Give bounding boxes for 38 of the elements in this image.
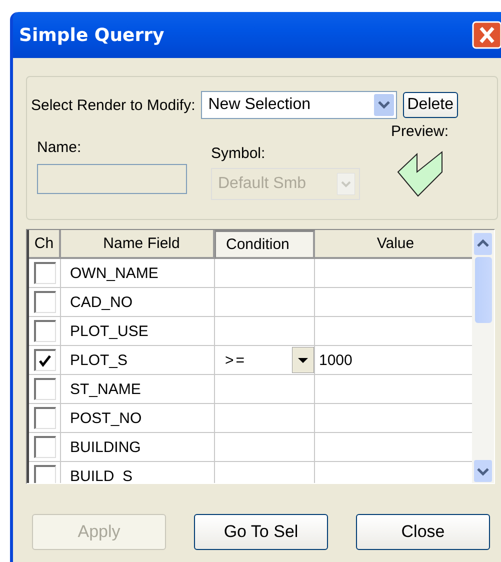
name-label: Name: bbox=[37, 139, 82, 156]
delete-button[interactable]: Delete bbox=[403, 92, 458, 118]
checkbox[interactable] bbox=[34, 320, 56, 342]
scroll-thumb[interactable] bbox=[474, 257, 492, 323]
checkbox[interactable] bbox=[34, 349, 56, 371]
scroll-up-icon[interactable] bbox=[473, 232, 493, 256]
table-cell: POST_NO bbox=[70, 410, 142, 426]
symbol-preview-icon bbox=[394, 150, 445, 198]
table-cell: ST_NAME bbox=[70, 380, 141, 398]
table-cell: 1000 bbox=[319, 352, 352, 368]
checkbox[interactable] bbox=[34, 465, 56, 483]
dialog-button[interactable]: Go To Sel bbox=[194, 514, 328, 550]
render-dropdown[interactable]: New Selection bbox=[201, 91, 398, 119]
table-cell: PLOT_S bbox=[70, 352, 128, 368]
checkbox[interactable] bbox=[34, 262, 56, 284]
dialog-button[interactable]: Close bbox=[356, 514, 490, 550]
table-cell: BUILDING bbox=[70, 438, 141, 456]
scroll-down-icon[interactable] bbox=[473, 459, 493, 483]
name-field[interactable] bbox=[37, 164, 187, 194]
render-label: Select Render to Modify: bbox=[31, 96, 196, 114]
column-header[interactable]: Ch bbox=[29, 230, 61, 259]
checkmark-icon bbox=[38, 354, 52, 368]
column-header[interactable]: Condition bbox=[215, 230, 315, 259]
dropdown-arrow-icon[interactable] bbox=[292, 347, 314, 373]
preview-label: Preview: bbox=[391, 123, 449, 140]
table-cell: OWN_NAME bbox=[70, 264, 158, 282]
checkbox[interactable] bbox=[34, 407, 56, 429]
window-title: Simple Querry bbox=[19, 24, 164, 46]
scrollbar[interactable] bbox=[472, 230, 494, 483]
checkbox[interactable] bbox=[34, 436, 56, 458]
checkbox[interactable] bbox=[34, 378, 56, 400]
table-cell: CAD_NO bbox=[70, 294, 133, 310]
condition-dropdown[interactable]: >= bbox=[225, 352, 247, 368]
table-cell: BUILD_S bbox=[70, 468, 133, 483]
close-icon[interactable] bbox=[472, 21, 501, 49]
checkbox[interactable] bbox=[34, 291, 56, 313]
symbol-label: Symbol: bbox=[211, 145, 266, 162]
table-cell: PLOT_USE bbox=[70, 322, 148, 340]
